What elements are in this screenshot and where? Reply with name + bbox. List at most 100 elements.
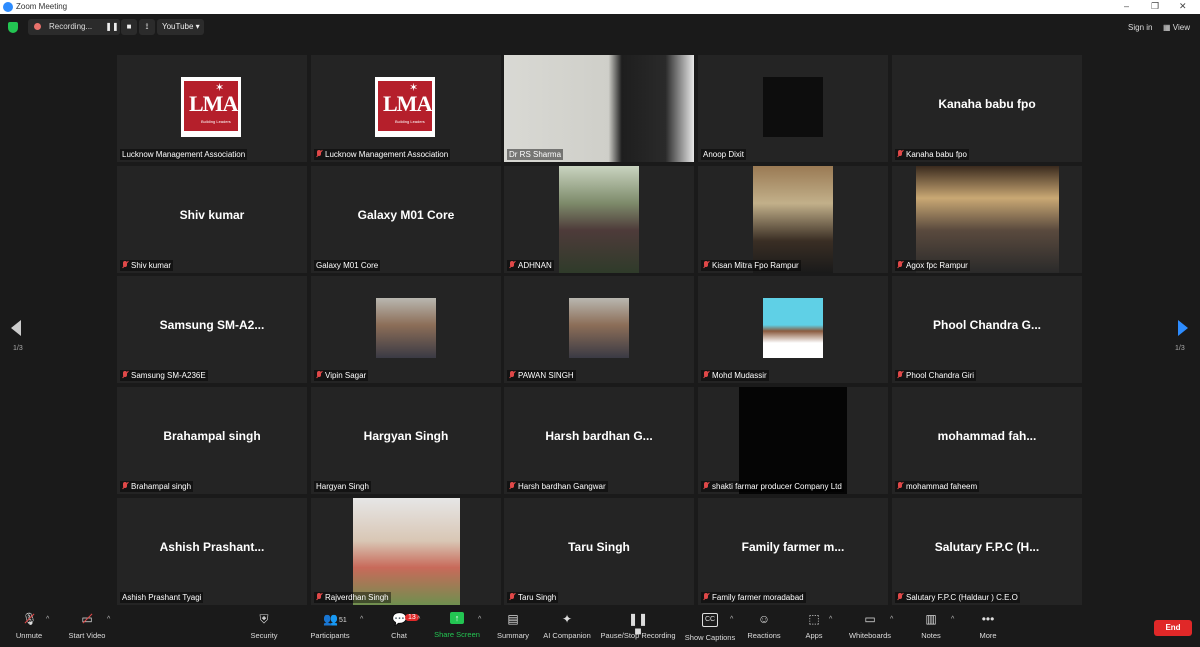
zoom-app-icon bbox=[3, 2, 13, 12]
encryption-shield-icon[interactable] bbox=[8, 22, 18, 33]
participant-tile[interactable]: Taru Singh Taru Singh bbox=[504, 498, 694, 605]
whiteboard-icon: ▭ bbox=[864, 612, 876, 626]
participant-tile[interactable]: Samsung SM-A2... Samsung SM-A236E bbox=[117, 276, 307, 383]
participant-name-label: Brahampal singh bbox=[120, 481, 194, 492]
participant-tile[interactable]: Mohd Mudassir bbox=[698, 276, 888, 383]
participant-name-label: Lucknow Management Association bbox=[314, 149, 451, 160]
participant-display-name: Samsung SM-A2... bbox=[159, 318, 265, 332]
participant-name-label: Samsung SM-A236E bbox=[120, 370, 208, 381]
pause-stop-recording-button[interactable]: ❚❚ ■ Pause/Stop Recording bbox=[596, 610, 680, 640]
participant-tile[interactable]: PAWAN SINGH bbox=[504, 276, 694, 383]
participant-name-label: Mohd Mudassir bbox=[701, 370, 769, 381]
participant-display-name: Salutary F.P.C (H... bbox=[934, 540, 1040, 554]
participant-name: ADHNAN bbox=[518, 261, 552, 270]
participant-name-label: Harsh bardhan Gangwar bbox=[507, 481, 608, 492]
next-page-icon[interactable] bbox=[1178, 320, 1188, 336]
participant-display-name: Shiv kumar bbox=[179, 208, 245, 222]
close-icon[interactable]: ✕ bbox=[1179, 1, 1187, 12]
participant-tile[interactable]: Kisan Mitra Fpo Rampur bbox=[698, 166, 888, 273]
livestream-icon[interactable]: ⟟ bbox=[139, 19, 155, 35]
whiteboards-button[interactable]: ▭ Whiteboards bbox=[835, 610, 905, 640]
participant-video bbox=[739, 387, 847, 494]
notes-icon: ▥ bbox=[925, 612, 937, 626]
minimize-icon[interactable]: – bbox=[1124, 1, 1129, 11]
ai-companion-button[interactable]: ✦ AI Companion bbox=[532, 610, 602, 640]
microphone-muted-icon bbox=[122, 371, 128, 379]
participant-name-label: Salutary F.P.C (Haldaur ) C.E.O bbox=[895, 592, 1020, 603]
microphone-muted-icon bbox=[703, 593, 709, 601]
apps-chevron-icon[interactable]: ^ bbox=[829, 616, 832, 623]
participant-name-label: Rajverdhan Singh bbox=[314, 592, 391, 603]
page-indicator-left: 1/3 bbox=[13, 345, 23, 352]
stop-recording-button[interactable]: ■ bbox=[121, 19, 137, 35]
pause-recording-button[interactable]: ❚❚ bbox=[104, 19, 120, 35]
meeting-topbar: Recording... ❚❚ ■ ⟟ YouTube ▾ Sign in ▦ … bbox=[0, 14, 1200, 42]
participant-tile[interactable]: ADHNAN bbox=[504, 166, 694, 273]
previous-page-icon[interactable] bbox=[11, 320, 21, 336]
participant-tile[interactable]: Vipin Sagar bbox=[311, 276, 501, 383]
participant-tile[interactable]: Shiv kumar Shiv kumar bbox=[117, 166, 307, 273]
restore-icon[interactable]: ❐ bbox=[1151, 1, 1159, 12]
participant-tile[interactable]: Rajverdhan Singh bbox=[311, 498, 501, 605]
participant-tile[interactable]: Family farmer m... Family farmer moradaba… bbox=[698, 498, 888, 605]
lma-logo: ✶ LMA Building Leaders bbox=[375, 77, 435, 137]
participant-name-label: Dr RS Sharma bbox=[507, 149, 564, 160]
youtube-dropdown[interactable]: YouTube ▾ bbox=[157, 19, 204, 35]
more-button[interactable]: ••• More bbox=[953, 610, 1023, 640]
participant-tile[interactable]: Anoop Dixit bbox=[698, 55, 888, 162]
participant-tile[interactable]: ✶ LMA Building Leaders Lucknow Management A… bbox=[311, 55, 501, 162]
participant-tile[interactable]: Ashish Prashant... Ashish Prashant Tyagi bbox=[117, 498, 307, 605]
microphone-muted-icon bbox=[703, 261, 709, 269]
end-meeting-button[interactable]: End bbox=[1154, 620, 1192, 636]
captions-icon: CC bbox=[702, 613, 718, 627]
start-video-button[interactable]: ▭ Start Video bbox=[52, 610, 122, 640]
meeting-toolbar: 🎙 Unmute ^ ▭ Start Video ^ ⛨ Security 👥 … bbox=[0, 606, 1200, 647]
security-button[interactable]: ⛨ Security bbox=[229, 610, 299, 640]
participant-display-name: Taru Singh bbox=[568, 540, 630, 554]
video-camera-off-icon: ▭ bbox=[81, 612, 93, 626]
participant-name: Kanaha babu fpo bbox=[906, 150, 967, 159]
whiteboards-chevron-icon[interactable]: ^ bbox=[890, 616, 893, 623]
participant-name: Harsh bardhan Gangwar bbox=[518, 482, 606, 491]
video-options-chevron-icon[interactable]: ^ bbox=[107, 616, 110, 623]
participant-tile[interactable]: Brahampal singh Brahampal singh bbox=[117, 387, 307, 494]
apps-icon: ⬚ bbox=[808, 612, 820, 626]
participant-name: Samsung SM-A236E bbox=[131, 371, 206, 380]
participant-name-label: Vipin Sagar bbox=[314, 370, 369, 381]
participant-display-name: Kanaha babu fpo bbox=[938, 97, 1036, 111]
participant-tile[interactable]: mohammad fah... mohammad faheem bbox=[892, 387, 1082, 494]
chat-chevron-icon[interactable]: ^ bbox=[417, 616, 420, 623]
participant-tile[interactable]: Phool Chandra G... Phool Chandra Giri bbox=[892, 276, 1082, 383]
participant-name-label: Kisan Mitra Fpo Rampur bbox=[701, 260, 801, 271]
participant-tile[interactable]: Salutary F.P.C (H... Salutary F.P.C (Hald… bbox=[892, 498, 1082, 605]
participant-tile[interactable]: Kanaha babu fpo Kanaha babu fpo bbox=[892, 55, 1082, 162]
participant-name-label: Hargyan Singh bbox=[314, 481, 371, 492]
participant-name: Salutary F.P.C (Haldaur ) C.E.O bbox=[906, 593, 1018, 602]
participant-video bbox=[916, 166, 1059, 273]
participant-tile[interactable]: Galaxy M01 Core Galaxy M01 Core bbox=[311, 166, 501, 273]
participant-name: Anoop Dixit bbox=[703, 150, 744, 159]
audio-options-chevron-icon[interactable]: ^ bbox=[46, 616, 49, 623]
participant-name-label: Anoop Dixit bbox=[701, 149, 746, 160]
participant-name: Mohd Mudassir bbox=[712, 371, 767, 380]
participant-tile[interactable]: Harsh bardhan G... Harsh bardhan Gangwar bbox=[504, 387, 694, 494]
participant-tile[interactable]: Agox fpc Rampur bbox=[892, 166, 1082, 273]
participants-chevron-icon[interactable]: ^ bbox=[360, 616, 363, 623]
microphone-muted-icon bbox=[316, 150, 322, 158]
participant-tile[interactable]: Dr RS Sharma bbox=[504, 55, 694, 162]
window-title: Zoom Meeting bbox=[16, 2, 68, 11]
participant-name: Ashish Prashant Tyagi bbox=[122, 593, 202, 602]
participants-button[interactable]: 👥 51 Participants bbox=[295, 610, 365, 640]
participant-name-label: Ashish Prashant Tyagi bbox=[120, 592, 204, 603]
participant-tile[interactable]: shakti farmar producer Company Ltd bbox=[698, 387, 888, 494]
microphone-muted-icon bbox=[316, 371, 322, 379]
microphone-muted-icon bbox=[509, 261, 515, 269]
participant-video bbox=[559, 166, 639, 273]
participant-tile[interactable]: ✶ LMA Building Leaders Lucknow Management A… bbox=[117, 55, 307, 162]
view-button[interactable]: ▦ View bbox=[1163, 23, 1190, 32]
microphone-muted-icon bbox=[122, 482, 128, 490]
participant-name-label: Agox fpc Rampur bbox=[895, 260, 970, 271]
sign-in-link[interactable]: Sign in bbox=[1128, 23, 1152, 32]
participant-video bbox=[376, 298, 436, 358]
participant-tile[interactable]: Hargyan Singh Hargyan Singh bbox=[311, 387, 501, 494]
